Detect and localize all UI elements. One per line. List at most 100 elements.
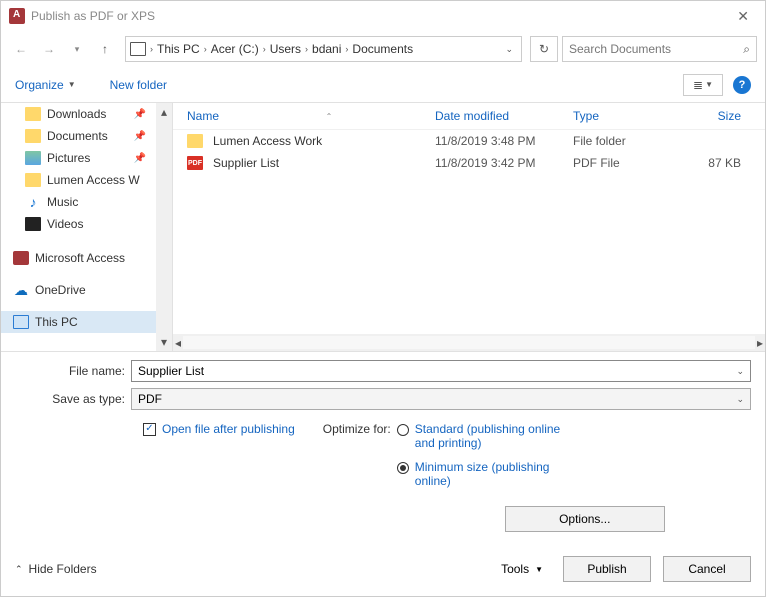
saveastype-dropdown[interactable]: PDF ⌄ xyxy=(131,388,751,410)
sidebar-item-lumen[interactable]: Lumen Access W xyxy=(1,169,172,191)
checkbox-icon: ✓ xyxy=(143,423,156,436)
hide-folders-button[interactable]: ⌃ Hide Folders xyxy=(15,562,97,576)
titlebar: Publish as PDF or XPS ✕ xyxy=(1,1,765,31)
file-date: 11/8/2019 3:48 PM xyxy=(435,134,573,148)
crumb-user[interactable]: bdani xyxy=(310,42,343,56)
file-type: File folder xyxy=(573,134,683,148)
publish-button[interactable]: Publish xyxy=(563,556,651,582)
chevron-up-icon: ⌃ xyxy=(15,564,23,575)
chevron-right-icon[interactable]: › xyxy=(150,44,153,54)
pdf-icon: PDF xyxy=(187,156,203,170)
scroll-right-icon[interactable]: ▸ xyxy=(757,336,763,350)
music-icon: ♪ xyxy=(25,195,41,209)
chevron-down-icon: ▼ xyxy=(68,80,76,89)
col-size[interactable]: Size xyxy=(683,109,757,123)
toolbar-right: ≣▼ ? xyxy=(683,74,751,96)
pictures-icon xyxy=(25,151,41,165)
col-type[interactable]: Type xyxy=(573,109,683,123)
file-row-pdf[interactable]: PDFSupplier List 11/8/2019 3:42 PM PDF F… xyxy=(173,152,765,174)
chevron-down-icon[interactable]: ⌄ xyxy=(736,394,744,405)
radio-icon xyxy=(397,462,409,474)
back-icon[interactable]: ← xyxy=(9,37,33,61)
organize-button[interactable]: Organize ▼ xyxy=(15,78,76,92)
onedrive-icon: ☁ xyxy=(13,283,29,297)
open-after-checkbox[interactable]: ✓ Open file after publishing xyxy=(143,422,295,436)
view-mode-button[interactable]: ≣▼ xyxy=(683,74,723,96)
search-icon: ⌕ xyxy=(743,42,750,57)
body: Downloads 📌 Documents 📌 Pictures 📌 Lumen… xyxy=(1,103,765,351)
address-dropdown-icon[interactable]: ⌄ xyxy=(501,44,517,55)
footer: ⌃ Hide Folders Tools ▼ Publish Cancel xyxy=(1,542,765,596)
column-headers: Name ⌃ Date modified Type Size xyxy=(173,103,765,130)
file-row-folder[interactable]: Lumen Access Work 11/8/2019 3:48 PM File… xyxy=(173,130,765,152)
refresh-icon[interactable]: ↻ xyxy=(530,36,558,62)
tools-dropdown[interactable]: Tools ▼ xyxy=(501,562,543,576)
crumb-thispc[interactable]: This PC xyxy=(155,42,202,56)
access-icon xyxy=(13,251,29,265)
filename-value: Supplier List xyxy=(138,364,204,378)
sidebar-item-videos[interactable]: Videos xyxy=(1,213,172,235)
address-bar[interactable]: › This PC › Acer (C:) › Users › bdani › … xyxy=(125,36,522,62)
crumb-users[interactable]: Users xyxy=(268,42,303,56)
sidebar-item-msaccess[interactable]: Microsoft Access xyxy=(1,247,172,269)
radio-standard[interactable]: Standard (publishing online and printing… xyxy=(397,422,665,450)
forward-icon[interactable]: → xyxy=(37,37,61,61)
saveastype-row: Save as type: PDF ⌄ xyxy=(15,388,751,410)
up-icon[interactable]: ↑ xyxy=(93,37,117,61)
filename-input[interactable]: Supplier List ⌄ xyxy=(131,360,751,382)
sidebar-item-pictures[interactable]: Pictures 📌 xyxy=(1,147,172,169)
new-folder-label: New folder xyxy=(110,78,167,92)
history-dropdown-icon[interactable]: ▾ xyxy=(65,37,89,61)
sidebar-label: Videos xyxy=(47,217,83,231)
chevron-down-icon[interactable]: ⌄ xyxy=(736,366,744,377)
saveastype-value: PDF xyxy=(138,392,162,406)
radio-minimum[interactable]: Minimum size (publishing online) xyxy=(397,460,665,488)
hide-folders-label: Hide Folders xyxy=(29,562,97,576)
sidebar-item-downloads[interactable]: Downloads 📌 xyxy=(1,103,172,125)
titlebar-left: Publish as PDF or XPS xyxy=(9,8,155,24)
optimize-group: Optimize for: Standard (publishing onlin… xyxy=(323,422,751,532)
new-folder-button[interactable]: New folder xyxy=(110,78,167,92)
sidebar-item-onedrive[interactable]: ☁ OneDrive xyxy=(1,279,172,301)
cancel-button[interactable]: Cancel xyxy=(663,556,751,582)
sidebar-item-documents[interactable]: Documents 📌 xyxy=(1,125,172,147)
horizontal-scrollbar[interactable]: ◂ ▸ xyxy=(173,334,765,351)
sidebar-label: Lumen Access W xyxy=(47,173,140,187)
sidebar-label: Documents xyxy=(47,129,108,143)
col-name[interactable]: Name ⌃ xyxy=(187,109,435,123)
thispc-icon xyxy=(13,315,29,329)
file-name: Lumen Access Work xyxy=(213,134,322,148)
file-pane: Name ⌃ Date modified Type Size Lumen Acc… xyxy=(173,103,765,351)
scroll-track[interactable] xyxy=(183,336,755,349)
folder-icon xyxy=(25,107,41,121)
chevron-right-icon[interactable]: › xyxy=(305,44,308,54)
navbar: ← → ▾ ↑ › This PC › Acer (C:) › Users › … xyxy=(1,31,765,67)
scroll-up-icon[interactable]: ▴ xyxy=(161,105,167,119)
sidebar-item-thispc[interactable]: This PC xyxy=(1,311,172,333)
col-name-label: Name xyxy=(187,109,219,123)
video-icon xyxy=(25,217,41,231)
sidebar-scrollbar[interactable]: ▴▾ xyxy=(156,103,172,351)
scroll-down-icon[interactable]: ▾ xyxy=(161,335,167,349)
search-input[interactable]: Search Documents ⌕ xyxy=(562,36,757,62)
chevron-right-icon[interactable]: › xyxy=(204,44,207,54)
open-after-label: Open file after publishing xyxy=(162,422,295,436)
col-date[interactable]: Date modified xyxy=(435,109,573,123)
radio-minimum-label: Minimum size (publishing online) xyxy=(415,460,565,488)
options-button[interactable]: Options... xyxy=(505,506,665,532)
sidebar: Downloads 📌 Documents 📌 Pictures 📌 Lumen… xyxy=(1,103,173,351)
close-icon[interactable]: ✕ xyxy=(729,8,757,25)
pc-icon xyxy=(130,42,146,56)
chevron-right-icon[interactable]: › xyxy=(345,44,348,54)
help-icon[interactable]: ? xyxy=(733,76,751,94)
crumb-drive[interactable]: Acer (C:) xyxy=(209,42,261,56)
crumb-documents[interactable]: Documents xyxy=(350,42,415,56)
scroll-left-icon[interactable]: ◂ xyxy=(175,336,181,350)
organize-label: Organize xyxy=(15,78,64,92)
chevron-right-icon[interactable]: › xyxy=(263,44,266,54)
file-date: 11/8/2019 3:42 PM xyxy=(435,156,573,170)
sidebar-item-music[interactable]: ♪ Music xyxy=(1,191,172,213)
radio-standard-label: Standard (publishing online and printing… xyxy=(415,422,565,450)
filename-row: File name: Supplier List ⌄ xyxy=(15,360,751,382)
sidebar-label: Downloads xyxy=(47,107,106,121)
